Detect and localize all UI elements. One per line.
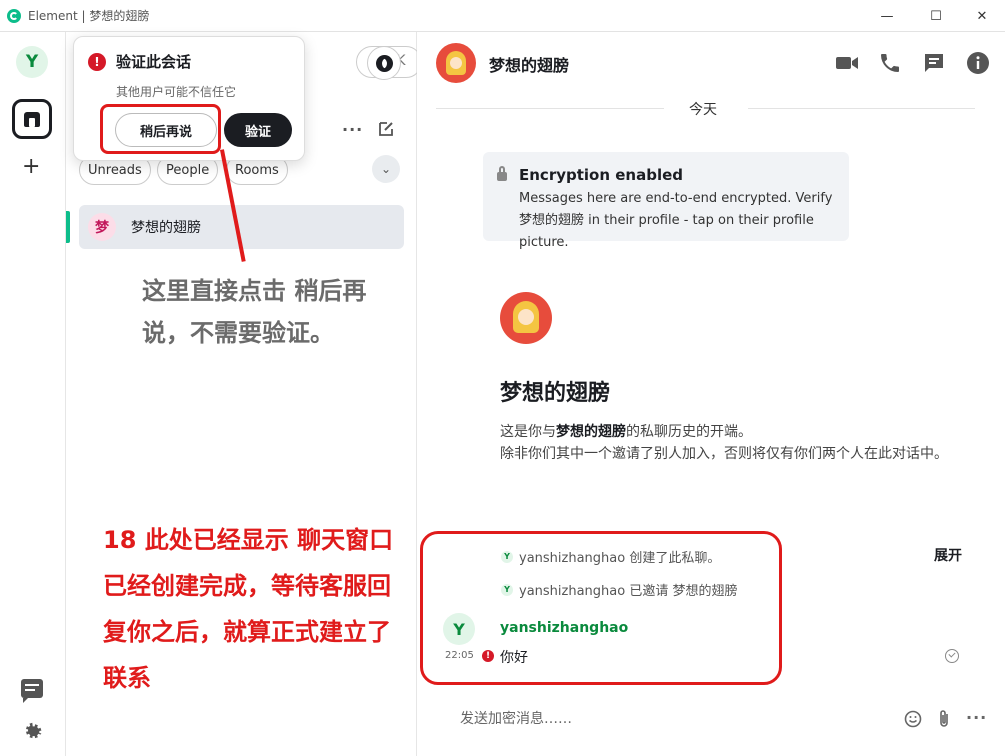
read-receipt-icon [945, 649, 959, 663]
sender-name[interactable]: yanshizhanghao [500, 620, 628, 636]
voice-call-icon[interactable] [878, 51, 902, 75]
minimize-button[interactable]: — [864, 0, 910, 32]
room-view: 梦想的翅膀 今天 Encryption enabled Messages her… [417, 32, 1005, 756]
expand-button[interactable]: 展开 [934, 545, 962, 565]
room-intro-link[interactable]: 梦想的翅膀 [556, 424, 626, 440]
message-composer-input[interactable]: 发送加密消息…… [460, 708, 572, 728]
room-info-icon[interactable] [966, 51, 990, 75]
date-separator: 今天 [689, 102, 717, 118]
user-avatar[interactable]: Y [16, 46, 48, 78]
chevron-down-icon[interactable]: ⌄ [372, 155, 400, 183]
explore-rooms-button[interactable] [367, 46, 401, 80]
maximize-button[interactable]: ☐ [913, 0, 959, 32]
event-avatar: Y [501, 583, 513, 596]
message-timestamp: 22:05 [445, 650, 474, 661]
room-intro-avatar[interactable] [500, 292, 552, 344]
attachment-icon[interactable] [936, 709, 952, 729]
popup-subtitle: 其他用户可能不信任它 [116, 85, 237, 99]
space-bar: Y + [0, 32, 66, 756]
home-icon [24, 111, 40, 127]
room-intro-text: 这是你与梦想的翅膀的私聊历史的开端。 除非你们其中一个邀请了别人加入，否则将仅有… [500, 424, 948, 462]
threads-icon[interactable] [21, 679, 43, 703]
compose-icon[interactable] [377, 120, 395, 138]
message-body: 你好 [500, 650, 528, 666]
selected-indicator [66, 211, 70, 243]
room-header-title[interactable]: 梦想的翅膀 [489, 52, 569, 76]
verify-button[interactable]: 验证 [224, 113, 292, 147]
warning-icon: ! [88, 53, 106, 71]
event-avatar: Y [501, 550, 513, 563]
annotation-red: 18 此处已经显示 聊天窗口已经创建完成，等待客服回复你之后，就算正式建立了联系 [103, 526, 394, 692]
more-composer-options-icon[interactable]: ··· [966, 708, 987, 727]
home-button[interactable] [12, 99, 52, 139]
element-logo-icon [7, 8, 21, 23]
unverified-warning-icon: ! [482, 650, 494, 662]
popup-title: 验证此会话 [116, 53, 192, 71]
gear-icon[interactable] [20, 720, 44, 744]
room-avatar: 梦 [88, 213, 116, 241]
emoji-icon[interactable] [904, 710, 922, 728]
room-name: 梦想的翅膀 [131, 220, 201, 236]
date-divider-right [748, 108, 975, 109]
timeline-event: Y yanshizhanghao 创建了此私聊。 [501, 547, 720, 566]
encryption-title: Encryption enabled [519, 166, 684, 184]
threads-header-icon[interactable] [922, 51, 946, 75]
compass-icon [375, 54, 393, 72]
lock-icon [497, 166, 507, 181]
encryption-body: Messages here are end-to-end encrypted. … [519, 191, 833, 250]
room-intro-name: 梦想的翅膀 [500, 381, 611, 406]
more-options-icon[interactable]: ··· [342, 120, 363, 139]
video-call-icon[interactable] [835, 51, 859, 75]
close-button[interactable]: ✕ [959, 0, 1005, 32]
annotation-highlight-box [100, 104, 221, 154]
create-space-button[interactable]: + [22, 154, 40, 179]
timeline-event: Y yanshizhanghao 已邀请 梦想的翅膀 [501, 580, 737, 599]
room-header-avatar[interactable] [436, 43, 476, 83]
window-title: Element | 梦想的翅膀 [28, 9, 150, 23]
title-bar: Element | 梦想的翅膀 — ☐ ✕ [0, 0, 1005, 32]
annotation-gray: 这里直接点击 稍后再说，不需要验证。 [142, 277, 367, 347]
room-header: 梦想的翅膀 [417, 32, 1005, 92]
sender-avatar[interactable]: Y [443, 613, 475, 645]
date-divider-left [436, 108, 664, 109]
encryption-notice: Encryption enabled Messages here are end… [483, 152, 849, 250]
